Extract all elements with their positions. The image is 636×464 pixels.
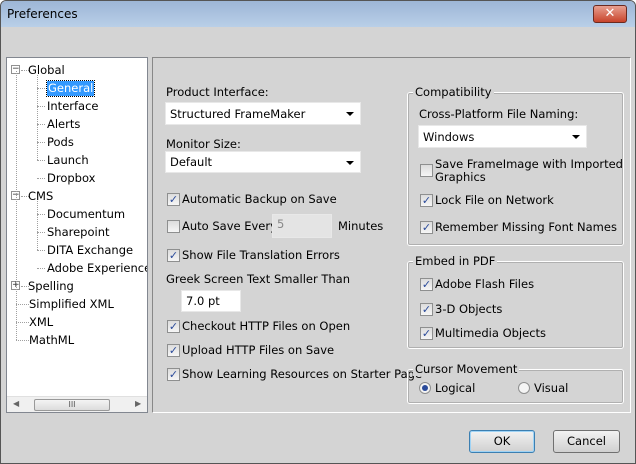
cancel-button[interactable]: Cancel (553, 430, 620, 453)
embed-pdf-title: Embed in PDF (413, 254, 498, 268)
lock-file-label: Lock File on Network (435, 193, 554, 207)
tree-connector (37, 124, 45, 125)
tree-item-sharepoint[interactable]: Sharepoint (47, 225, 110, 240)
product-interface-value: Structured FrameMaker (170, 107, 306, 121)
chevron-down-icon (346, 161, 354, 165)
tree-connector (37, 214, 45, 215)
tree-item-xml[interactable]: XML (29, 315, 53, 330)
preferences-tree: ◀ III ▶ − Global General Interface Alerts Pod… (6, 57, 148, 413)
file-naming-label: Cross-Platform File Naming: (419, 107, 579, 121)
tree-connector (37, 201, 38, 250)
cursor-movement-title: Cursor Movement (413, 362, 520, 376)
tree-connector (37, 268, 45, 269)
3d-objects-label: 3-D Objects (435, 302, 503, 316)
checkout-http-label: Checkout HTTP Files on Open (182, 319, 351, 333)
tree-connector (37, 142, 45, 143)
tree-item-documentum[interactable]: Documentum (47, 207, 125, 222)
preferences-dialog: Preferences ✕ ◀ III ▶ − Global General Inte… (0, 0, 636, 464)
tree-connector (37, 88, 45, 89)
monitor-size-value: Default (170, 155, 213, 169)
learning-resources-label: Show Learning Resources on Starter Page (182, 367, 423, 381)
tree-item-alerts[interactable]: Alerts (47, 117, 80, 132)
learning-resources-checkbox[interactable]: ✓ (167, 368, 180, 381)
chevron-down-icon (346, 112, 354, 116)
horizontal-scrollbar[interactable]: ◀ III ▶ (7, 396, 147, 412)
lock-file-checkbox[interactable]: ✓ (420, 194, 433, 207)
save-frameimage-checkbox[interactable] (420, 164, 433, 177)
tree-connector (16, 340, 29, 341)
checkout-http-checkbox[interactable]: ✓ (167, 320, 180, 333)
tree-item-cms[interactable]: CMS (28, 189, 53, 204)
show-errors-label: Show File Translation Errors (182, 248, 340, 262)
logical-label: Logical (435, 381, 476, 395)
upload-http-checkbox[interactable]: ✓ (167, 344, 180, 357)
greek-label: Greek Screen Text Smaller Than (166, 272, 351, 286)
product-interface-select[interactable]: Structured FrameMaker (165, 102, 361, 125)
visual-radio[interactable] (518, 382, 530, 394)
save-frameimage-label: Save FrameImage with Imported (435, 157, 623, 171)
show-errors-checkbox[interactable]: ✓ (167, 249, 180, 262)
tree-connector (16, 322, 29, 323)
minutes-label: Minutes (338, 219, 384, 233)
remember-fonts-label: Remember Missing Font Names (435, 220, 617, 234)
close-icon[interactable]: ✕ (593, 5, 627, 23)
tree-connector (37, 160, 45, 161)
tree-item-adobe-experience-m[interactable]: Adobe Experience M (47, 261, 147, 276)
multimedia-checkbox[interactable]: ✓ (420, 327, 433, 340)
file-naming-value: Windows (423, 130, 475, 144)
auto-save-minutes-input[interactable]: 5 (272, 214, 332, 238)
tree-item-interface[interactable]: Interface (47, 99, 99, 114)
flash-files-label: Adobe Flash Files (435, 277, 535, 291)
tree-connector (37, 178, 45, 179)
tree-connector (37, 232, 45, 233)
remember-fonts-checkbox[interactable]: ✓ (420, 221, 433, 234)
tree-connector (37, 106, 45, 107)
tree-item-spelling[interactable]: Spelling (28, 279, 74, 294)
auto-save-label: Auto Save Every (182, 219, 277, 233)
tree-item-launch[interactable]: Launch (47, 153, 89, 168)
file-naming-select[interactable]: Windows (418, 125, 587, 148)
title-bar: Preferences ✕ (1, 1, 635, 27)
tree-connector (37, 250, 45, 251)
tree-connector (16, 71, 17, 340)
chevron-down-icon (572, 135, 580, 139)
flash-files-checkbox[interactable]: ✓ (420, 278, 433, 291)
3d-objects-checkbox[interactable]: ✓ (420, 303, 433, 316)
tree-item-mathml[interactable]: MathML (29, 333, 74, 348)
logical-radio[interactable] (419, 382, 431, 394)
product-interface-label: Product Interface: (166, 85, 269, 99)
scroll-left-icon[interactable]: ◀ (13, 399, 19, 408)
auto-backup-checkbox[interactable]: ✓ (167, 193, 180, 206)
scroll-thumb[interactable]: III (34, 399, 110, 411)
visual-label: Visual (534, 381, 569, 395)
save-frameimage-label-2: Graphics (435, 170, 486, 184)
scroll-right-icon[interactable]: ▶ (135, 399, 141, 408)
auto-backup-label: Automatic Backup on Save (182, 192, 337, 206)
compatibility-title: Compatibility (413, 85, 494, 99)
ok-button[interactable]: OK (469, 430, 535, 453)
monitor-size-select[interactable]: Default (165, 151, 361, 173)
upload-http-label: Upload HTTP Files on Save (182, 343, 335, 357)
greek-size-input[interactable]: 7.0 pt (181, 290, 241, 312)
tree-connector (16, 304, 29, 305)
auto-save-checkbox[interactable] (167, 220, 180, 233)
tree-item-global[interactable]: Global (28, 63, 65, 78)
tree-item-dropbox[interactable]: Dropbox (47, 171, 95, 186)
tree-item-simplified-xml[interactable]: Simplified XML (29, 297, 114, 312)
monitor-size-label: Monitor Size: (166, 137, 241, 151)
tree-item-dita-exchange[interactable]: DITA Exchange (47, 243, 133, 258)
tree-item-pods[interactable]: Pods (47, 135, 74, 150)
window-title: Preferences (7, 7, 78, 21)
multimedia-label: Multimedia Objects (435, 326, 547, 340)
tree-item-general[interactable]: General (45, 80, 96, 97)
tree-connector (37, 75, 38, 160)
